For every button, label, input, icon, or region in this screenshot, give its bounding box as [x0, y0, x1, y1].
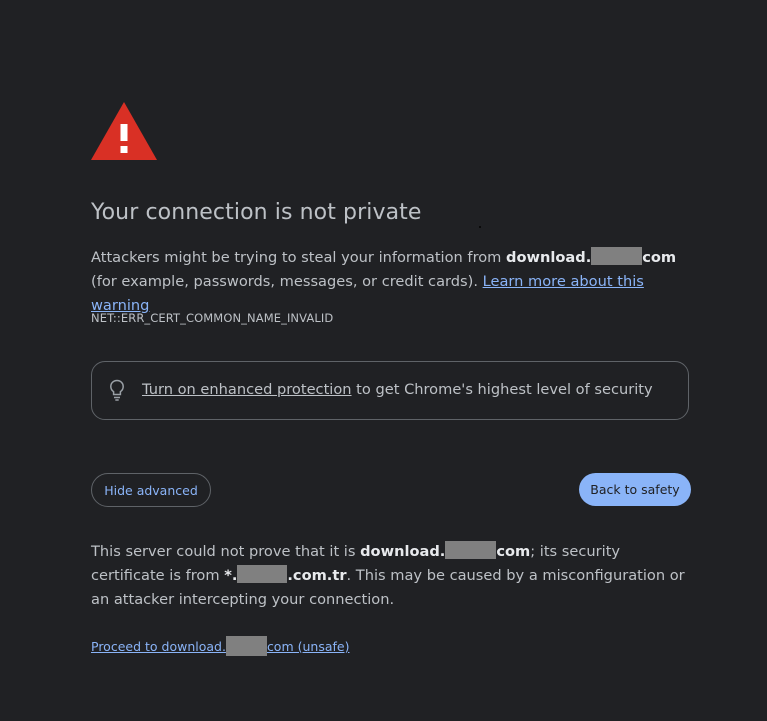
warning-triangle-icon — [91, 102, 157, 160]
redaction-block — [445, 541, 497, 559]
intro-message: Attackers might be trying to steal your … — [91, 246, 691, 318]
certificate-domain: *. .com.tr — [224, 565, 347, 584]
lightbulb-icon — [110, 379, 124, 401]
back-to-safety-button[interactable]: Back to safety — [579, 473, 691, 506]
advanced-details: This server could not prove that it is d… — [91, 540, 691, 612]
page-title: Your connection is not private — [91, 200, 422, 225]
hide-advanced-button[interactable]: Hide advanced — [91, 473, 211, 507]
enhanced-protection-link[interactable]: Turn on enhanced protection — [142, 381, 352, 398]
details-text-before: This server could not prove that it is — [91, 543, 361, 560]
error-code: NET::ERR_CERT_COMMON_NAME_INVALID — [91, 311, 334, 325]
enhanced-protection-message: Turn on enhanced protection to get Chrom… — [142, 381, 653, 398]
redaction-block — [225, 636, 267, 656]
proceed-unsafe-link[interactable]: Proceed to download. com (unsafe) — [91, 636, 349, 656]
redaction-block — [591, 247, 643, 265]
details-domain: download. com — [360, 541, 531, 560]
intro-domain: download. com — [506, 247, 677, 266]
redaction-block — [237, 565, 288, 583]
intro-text-before: Attackers might be trying to steal your … — [91, 249, 507, 266]
intro-text-after: (for example, passwords, messages, or cr… — [91, 273, 483, 290]
enhanced-protection-box: Turn on enhanced protection to get Chrom… — [91, 361, 689, 420]
stray-dot — [479, 226, 481, 228]
enhanced-protection-text: to get Chrome's highest level of securit… — [351, 381, 653, 398]
